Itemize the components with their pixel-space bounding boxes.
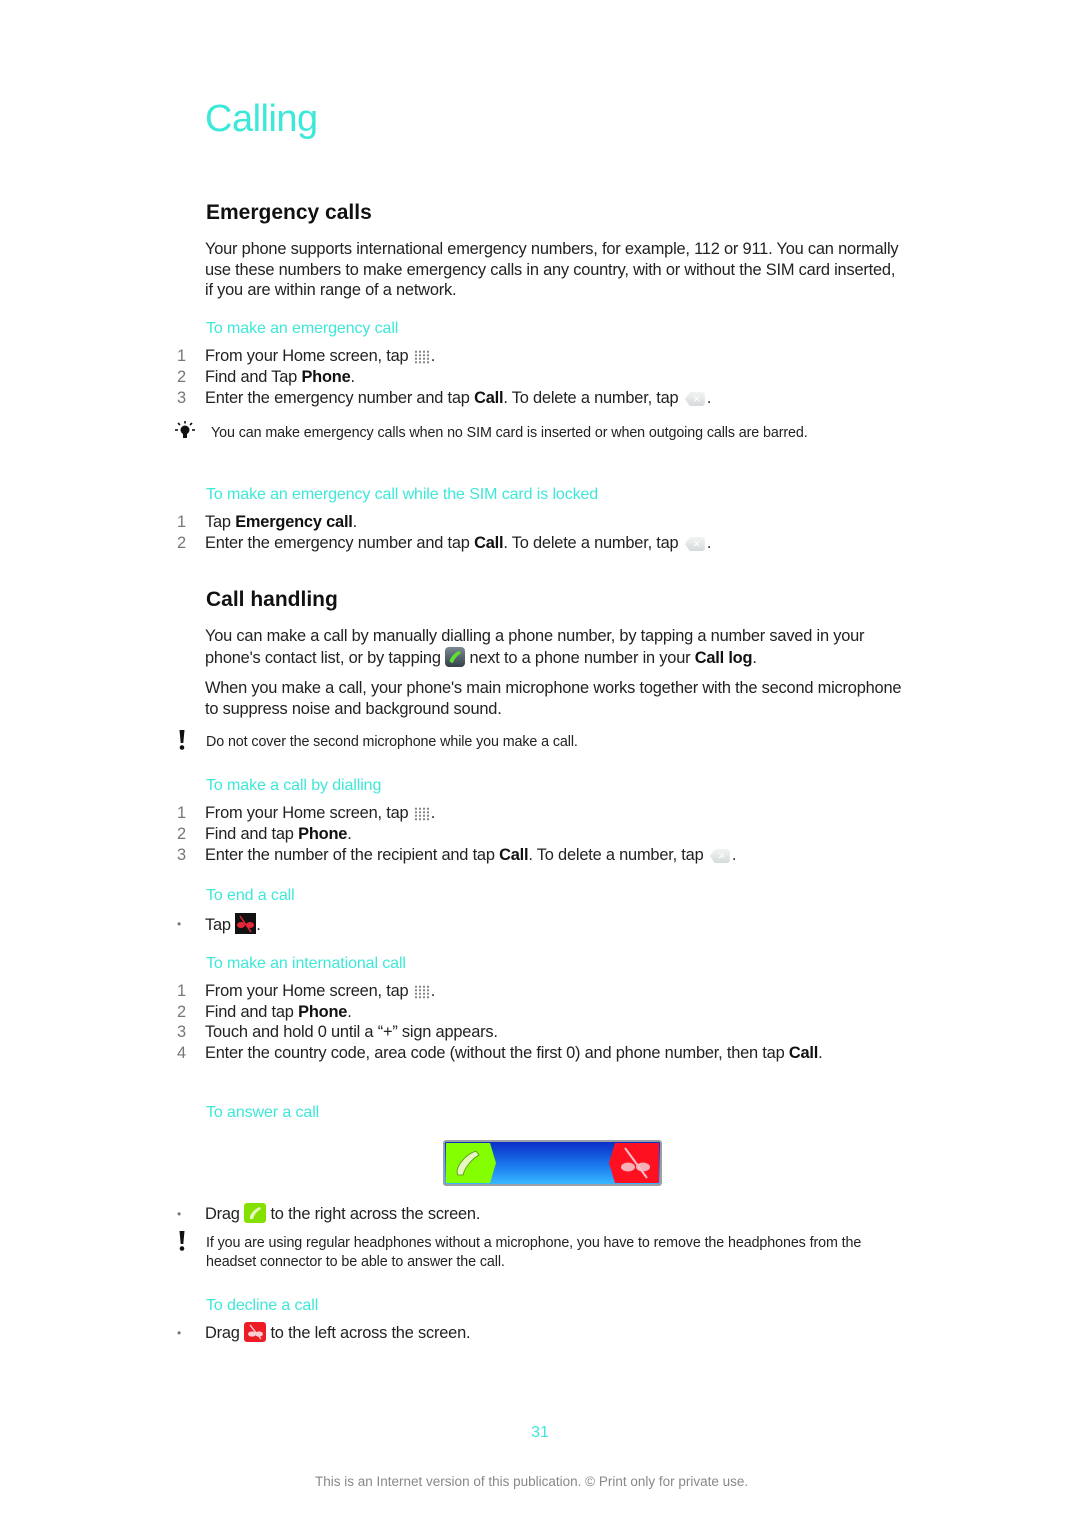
app-grid-icon [413, 350, 430, 364]
delete-icon [684, 392, 705, 406]
app-grid-icon [413, 985, 430, 999]
page-title: Calling [205, 98, 318, 140]
exclamation-icon [179, 730, 185, 750]
answer-decline-slider[interactable] [443, 1140, 662, 1186]
decline-icon [244, 1322, 267, 1342]
answer-handle[interactable] [446, 1143, 496, 1183]
app-grid-icon [413, 807, 430, 821]
end-call-icon [235, 913, 257, 934]
subheading-answer: To answer a call [206, 1104, 320, 1121]
call-icon [445, 646, 466, 667]
decline-icon [621, 1147, 650, 1179]
subheading-end-call: To end a call [206, 887, 295, 904]
answer-icon [456, 1150, 480, 1176]
subheading-dialling: To make a call by dialling [206, 777, 382, 794]
call-handling-intro: You can make a call by manually dialling… [205, 627, 865, 667]
footer-notice: This is an Internet version of this publ… [315, 1474, 749, 1489]
section-heading-emergency: Emergency calls [206, 201, 372, 224]
page-number: 31 [531, 1424, 549, 1441]
emergency-intro: Your phone supports international emerge… [205, 240, 899, 299]
subheading-international: To make an international call [206, 955, 406, 972]
section-heading-call-handling: Call handling [206, 588, 338, 611]
warning-note: If you are using regular headphones with… [206, 1235, 862, 1270]
lightbulb-icon [175, 421, 195, 438]
exclamation-icon [179, 1231, 185, 1251]
microphone-paragraph: When you make a call, your phone's main … [205, 679, 902, 718]
subheading-decline: To decline a call [206, 1297, 319, 1314]
tip-note: You can make emergency calls when no SIM… [211, 425, 808, 441]
answer-icon [244, 1203, 267, 1223]
decline-handle[interactable] [609, 1143, 659, 1183]
delete-icon [684, 537, 705, 551]
subheading-make-emergency-call: To make an emergency call [206, 320, 399, 337]
subheading-sim-locked: To make an emergency call while the SIM … [206, 486, 599, 503]
warning-note: Do not cover the second microphone while… [206, 734, 578, 750]
delete-icon [709, 849, 730, 863]
